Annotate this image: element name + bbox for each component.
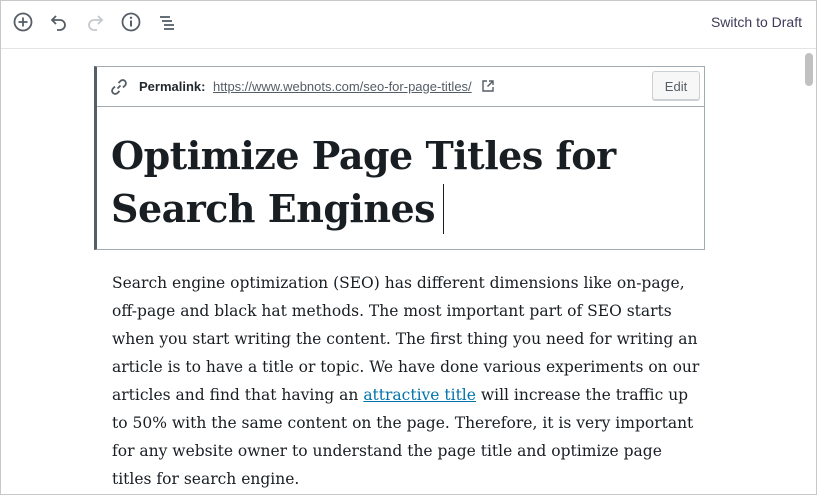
editor-window: Switch to Draft Permalink: https://www.w…	[0, 0, 817, 495]
post-title-line-1: Optimize Page Titles for	[111, 133, 616, 178]
edit-permalink-button[interactable]: Edit	[652, 71, 700, 101]
undo-icon[interactable]	[47, 10, 71, 34]
info-icon[interactable]	[119, 10, 143, 34]
vertical-scrollbar[interactable]	[802, 49, 816, 494]
add-block-icon[interactable]	[11, 10, 35, 34]
paragraph-block[interactable]: Search engine optimization (SEO) has dif…	[112, 269, 702, 493]
scrollbar-thumb[interactable]	[805, 53, 813, 86]
permalink-url[interactable]: https://www.webnots.com/seo-for-page-tit…	[213, 79, 472, 94]
post-title[interactable]: Optimize Page Titles for Search Engines	[111, 129, 671, 235]
outline-icon[interactable]	[155, 10, 179, 34]
post-title-line-2: Search Engines	[111, 186, 436, 231]
redo-icon	[83, 10, 107, 34]
editor-content: Permalink: https://www.webnots.com/seo-f…	[1, 49, 816, 494]
permalink-label: Permalink:	[139, 79, 206, 94]
permalink-bar: Permalink: https://www.webnots.com/seo-f…	[97, 67, 704, 107]
attractive-title-link[interactable]: attractive title	[363, 386, 476, 404]
paragraph-text-before-link: Search engine optimization (SEO) has dif…	[112, 274, 700, 404]
editor-toolbar: Switch to Draft	[1, 1, 816, 49]
switch-to-draft-button[interactable]: Switch to Draft	[711, 14, 802, 30]
external-link-icon[interactable]	[481, 79, 495, 93]
text-cursor	[443, 184, 445, 234]
link-icon	[111, 79, 127, 95]
post-title-block[interactable]: Permalink: https://www.webnots.com/seo-f…	[94, 66, 705, 250]
